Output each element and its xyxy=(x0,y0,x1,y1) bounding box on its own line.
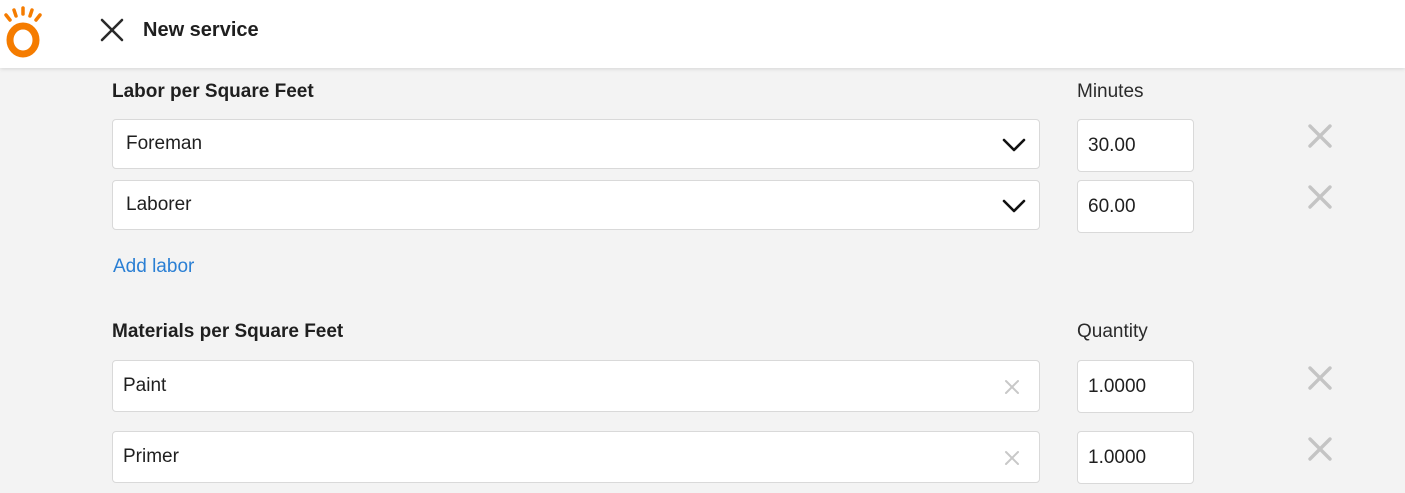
minutes-column-label: Minutes xyxy=(1077,81,1144,102)
material-quantity-value: 1.0000 xyxy=(1088,375,1147,397)
close-icon xyxy=(100,18,124,42)
material-field-primer[interactable]: Primer xyxy=(112,431,1040,483)
material-quantity-input-primer[interactable]: 1.0000 xyxy=(1077,431,1194,484)
quantity-column-label: Quantity xyxy=(1077,321,1148,342)
labor-minutes-input-laborer[interactable]: 60.00 xyxy=(1077,180,1194,233)
material-quantity-input-paint[interactable]: 1.0000 xyxy=(1077,360,1194,413)
labor-minutes-input-foreman[interactable]: 30.00 xyxy=(1077,119,1194,172)
remove-material-primer-icon[interactable] xyxy=(1306,435,1334,463)
clear-icon[interactable] xyxy=(1003,449,1021,467)
labor-section-label: Labor per Square Feet xyxy=(112,81,314,102)
labor-role-select-laborer[interactable]: Laborer xyxy=(112,180,1040,230)
materials-section-label: Materials per Square Feet xyxy=(112,321,344,342)
clear-icon[interactable] xyxy=(1003,378,1021,396)
add-labor-link[interactable]: Add labor xyxy=(113,255,194,279)
chevron-down-icon xyxy=(1002,199,1026,213)
labor-role-value: Foreman xyxy=(126,133,203,154)
labor-role-value: Laborer xyxy=(126,194,192,215)
top-bar: New service xyxy=(0,0,1405,68)
remove-labor-foreman-icon[interactable] xyxy=(1306,122,1334,150)
material-name-value: Paint xyxy=(123,375,167,396)
chevron-down-icon xyxy=(1002,138,1026,152)
close-button[interactable] xyxy=(96,14,128,46)
page-title: New service xyxy=(143,19,259,41)
remove-material-paint-icon[interactable] xyxy=(1306,364,1334,392)
labor-minutes-value: 30.00 xyxy=(1088,134,1136,156)
service-form: Labor per Square Feet Minutes Foreman 30… xyxy=(0,68,1405,493)
labor-role-select-foreman[interactable]: Foreman xyxy=(112,119,1040,169)
material-quantity-value: 1.0000 xyxy=(1088,446,1147,468)
labor-minutes-value: 60.00 xyxy=(1088,195,1136,217)
material-name-value: Primer xyxy=(123,446,179,467)
material-field-paint[interactable]: Paint xyxy=(112,360,1040,412)
remove-labor-laborer-icon[interactable] xyxy=(1306,183,1334,211)
sunburst-logo-icon[interactable] xyxy=(2,4,46,58)
